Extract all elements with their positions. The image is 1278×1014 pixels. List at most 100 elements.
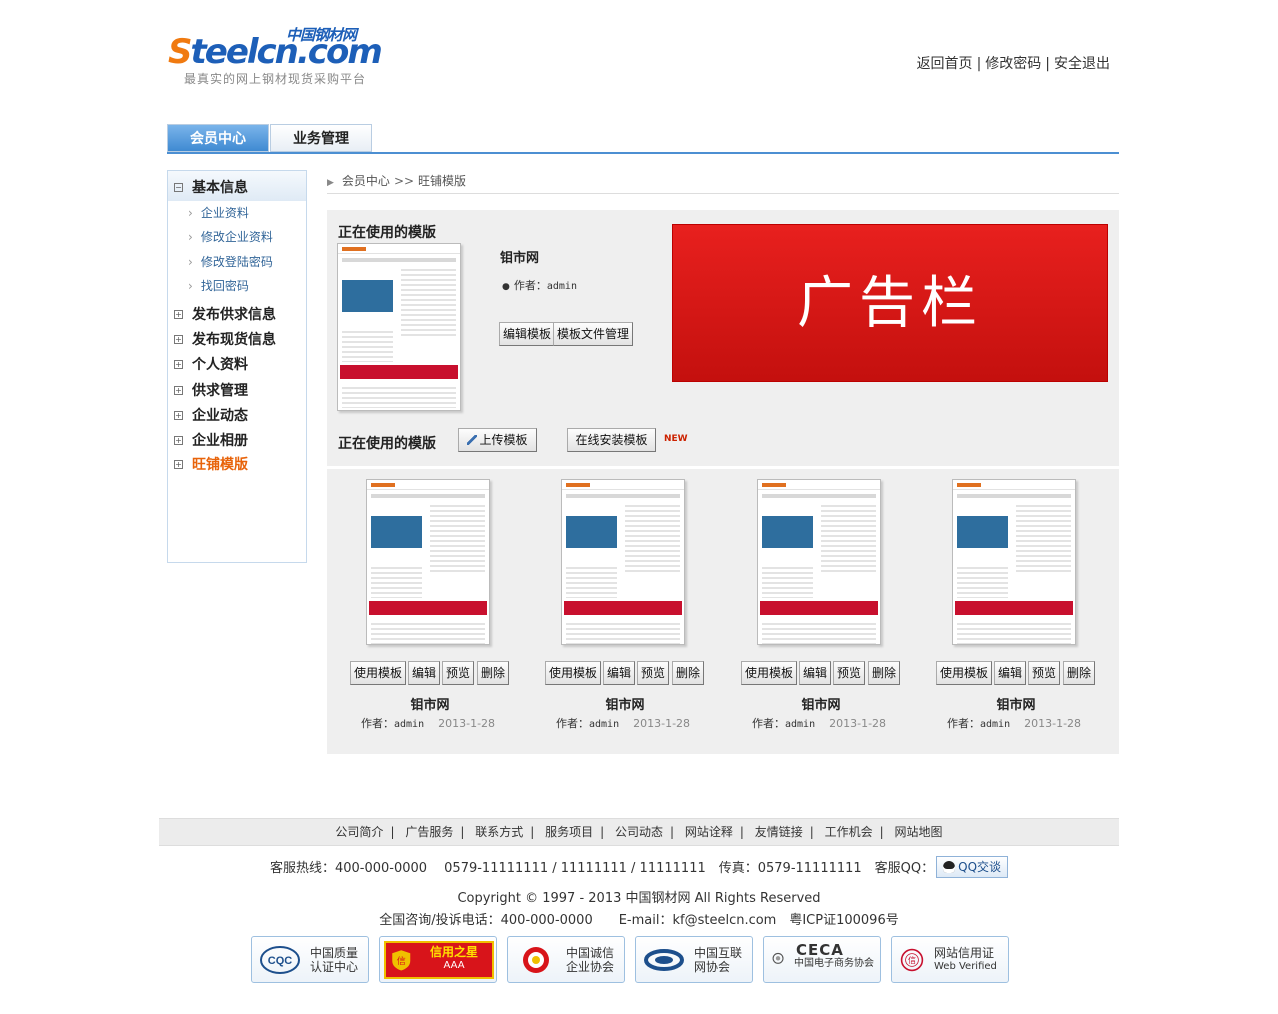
tab-business-management[interactable]: 业务管理 [270,124,372,152]
sidebar-item-supply-management[interactable]: + 供求管理 [174,380,248,400]
footer-contact-line: 客服热线：400-000-0000 0579-11111111 / 111111… [159,856,1119,878]
preview-button[interactable]: 预览 [1028,661,1061,685]
expand-icon: + [174,310,183,319]
template-name: 钼市网 [410,698,450,713]
breadcrumb-arrow-icon: ▶ [327,178,334,188]
badge-internet-society[interactable]: 中国互联 网协会 [635,936,753,983]
current-template-name: 钼市网 [500,251,540,266]
sidebar-item-shop-template[interactable]: + 旺铺模版 [174,454,248,474]
footer-link-services[interactable]: 服务项目 [545,825,593,839]
new-badge: NEW [664,434,688,444]
footer-link-ads[interactable]: 广告服务 [405,825,453,839]
svg-text:CQC: CQC [268,955,293,967]
qq-penguin-icon [943,861,956,873]
current-template-panel: 正在使用的模版 钼市网 ● 作者：admin 编辑模板 模板文件管理 广告栏 正在… [327,210,1119,466]
collapse-icon: − [174,183,183,192]
footer-link-jobs[interactable]: 工作机会 [825,825,873,839]
delete-button[interactable]: 删除 [672,661,705,685]
sidebar-sub-change-login-password[interactable]: 修改登陆密码 [188,253,273,270]
preview-button[interactable]: 预览 [833,661,866,685]
use-template-button[interactable]: 使用模板 [936,661,993,685]
template-thumbnail[interactable] [952,479,1076,645]
sidebar-sub-edit-company-info[interactable]: 修改企业资料 [188,228,273,245]
preview-button[interactable]: 预览 [442,661,475,685]
template-thumbnail[interactable] [757,479,881,645]
breadcrumb: ▶ 会员中心 >> 旺铺模版 [327,172,1119,194]
sidebar-sub-recover-password[interactable]: 找回密码 [188,277,249,294]
use-template-button[interactable]: 使用模板 [545,661,602,685]
template-meta: 作者：admin 2013-1-28 [947,717,1082,730]
sidebar-item-publish-supply[interactable]: + 发布供求信息 [174,304,276,324]
footer-complaint-line: 全国咨询/投诉电话：400-000-0000 E-mail：kf@steelcn… [379,913,899,928]
expand-icon: + [174,460,183,469]
edit-template-button[interactable]: 编辑模板 [499,322,556,346]
footer-link-friend-links[interactable]: 友情链接 [755,825,803,839]
sidebar-sub-company-info[interactable]: 企业资料 [188,204,249,221]
upload-template-button[interactable]: 上传模板 [458,428,537,452]
expand-icon: + [174,386,183,395]
delete-button[interactable]: 删除 [477,661,510,685]
main-tabs: 会员中心 业务管理 [167,124,1119,154]
integrity-assoc-icon [523,947,549,973]
badge-web-verified[interactable]: 信 网站信用证 Web Verified [891,936,1009,983]
use-template-button[interactable]: 使用模板 [350,661,407,685]
pencil-icon [467,435,478,445]
edit-button[interactable]: 编辑 [603,661,636,685]
footer-link-site-info[interactable]: 网站诠释 [685,825,733,839]
ceca-logo-icon [772,952,784,964]
sidebar-item-company-news[interactable]: + 企业动态 [174,405,248,425]
template-name: 钼市网 [605,698,645,713]
footer-link-about[interactable]: 公司简介 [335,825,383,839]
sidebar: −基本信息 企业资料 修改企业资料 修改登陆密码 找回密码 +发布供求信息 +发… [167,170,307,563]
home-link[interactable]: 返回首页 [917,56,973,72]
qq-chat-button[interactable]: QQ交谈 [936,856,1009,878]
svg-text:信: 信 [397,955,406,967]
expand-icon: + [174,411,183,420]
edit-button[interactable]: 编辑 [799,661,832,685]
template-gallery: 使用模板 编辑 预览 删除 钼市网 作者：admin 2013-1-28 使用模板… [327,469,1119,754]
template-meta: 作者：admin 2013-1-28 [752,717,887,730]
delete-button[interactable]: 删除 [868,661,901,685]
sidebar-item-publish-stock[interactable]: + 发布现货信息 [174,329,276,349]
template-thumbnail[interactable] [561,479,685,645]
logo-english-text: Steelcn.com [168,32,383,72]
edit-button[interactable]: 编辑 [408,661,441,685]
change-password-link[interactable]: 修改密码 [985,56,1041,72]
svg-text:信: 信 [908,955,916,965]
logout-link[interactable]: 安全退出 [1054,56,1110,72]
badge-ceca[interactable]: CECA 中国电子商务协会 [763,936,881,983]
ad-banner[interactable]: 广告栏 [672,224,1108,382]
upload-section-title: 正在使用的模版 [338,436,436,452]
badge-cqc[interactable]: CQC 中国质量 认证中心 [251,936,369,983]
expand-icon: + [174,335,183,344]
credit-star-icon: 信 [392,950,411,971]
sidebar-item-personal-info[interactable]: + 个人资料 [174,354,248,374]
sidebar-item-company-album[interactable]: + 企业相册 [174,430,248,450]
template-file-management-button[interactable]: 模板文件管理 [553,322,634,346]
tab-member-center[interactable]: 会员中心 [167,124,269,152]
template-meta: 作者：admin 2013-1-28 [361,717,496,730]
expand-icon: + [174,360,183,369]
footer-link-sitemap[interactable]: 网站地图 [895,825,943,839]
footer-link-news[interactable]: 公司动态 [615,825,663,839]
breadcrumb-member-center[interactable]: 会员中心 [342,174,390,188]
badge-integrity-association[interactable]: 中国诚信 企业协会 [507,936,625,983]
current-template-thumbnail[interactable] [337,243,461,411]
site-logo[interactable]: 中国钢材网 Steelcn.com 最真实的网上钢材现货采购平台 [168,20,388,90]
edit-button[interactable]: 编辑 [994,661,1027,685]
logo-tagline: 最真实的网上钢材现货采购平台 [184,72,367,86]
sidebar-item-basic-info[interactable]: − 基本信息 [174,177,248,197]
isc-logo-icon [644,949,684,971]
install-online-template-button[interactable]: 在线安装模板 [567,428,656,452]
footer-copyright: Copyright © 1997 - 2013 中国钢材网 All Rights… [457,891,821,906]
preview-button[interactable]: 预览 [637,661,670,685]
template-name: 钼市网 [801,698,841,713]
web-verified-icon: 信 [900,948,924,972]
delete-button[interactable]: 删除 [1063,661,1096,685]
current-template-title: 正在使用的模版 [338,225,436,241]
footer-link-contact[interactable]: 联系方式 [475,825,523,839]
use-template-button[interactable]: 使用模板 [741,661,798,685]
expand-icon: + [174,436,183,445]
template-thumbnail[interactable] [366,479,490,645]
badge-credit-star[interactable]: 信 信用之星 AAA [379,936,497,983]
